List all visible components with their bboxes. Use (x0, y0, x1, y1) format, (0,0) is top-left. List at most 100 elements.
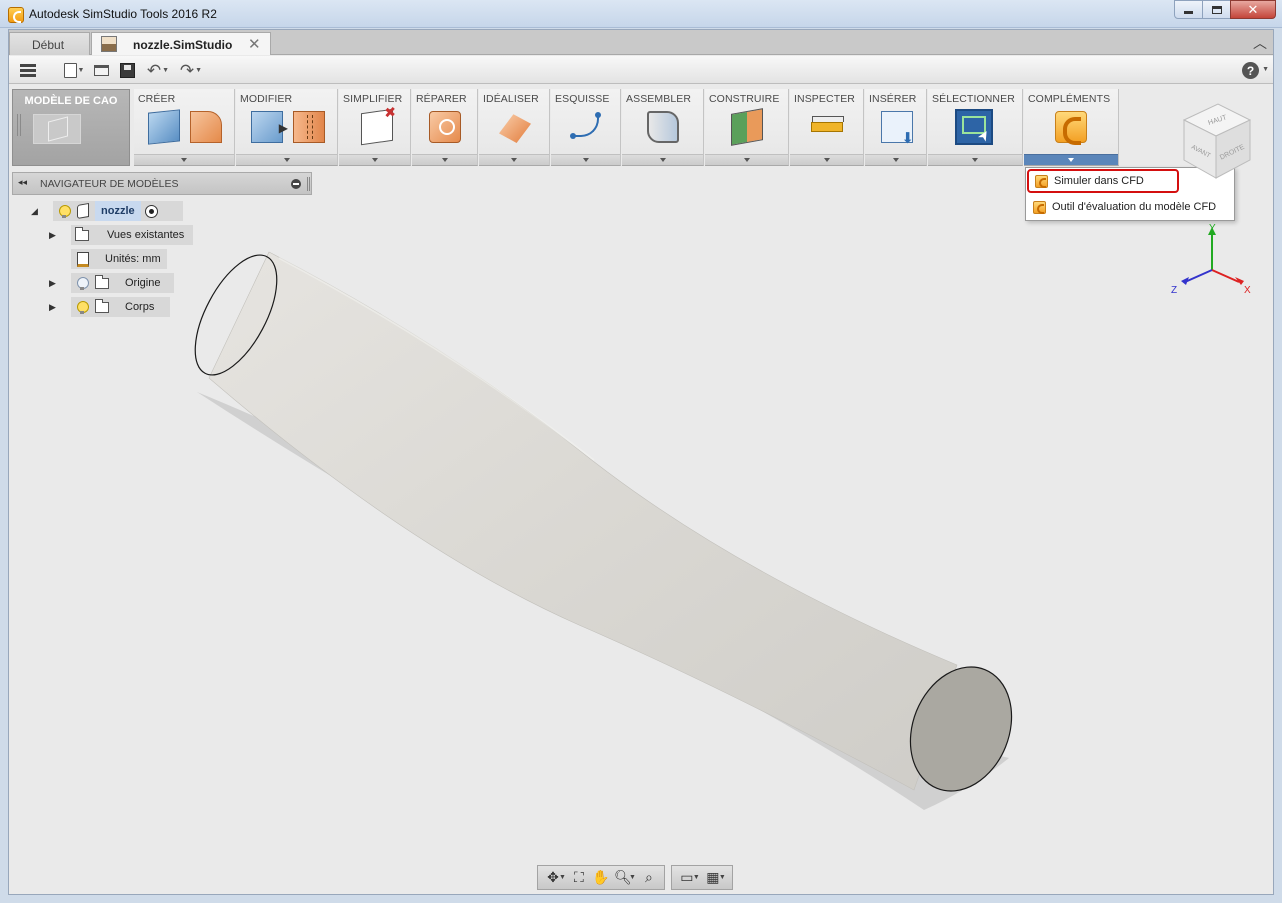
chevron-down-icon[interactable]: ▼ (693, 874, 700, 881)
tree-item-unites[interactable]: Unités: mm (47, 249, 207, 269)
component-icon (77, 202, 89, 220)
ribbon-group-menu-inspecter[interactable] (790, 154, 863, 165)
visibility-bulb-icon[interactable] (59, 204, 71, 218)
select-window-icon[interactable] (955, 109, 993, 145)
ribbon-group-label: RÉPARER (416, 93, 467, 105)
idealize-surface-icon[interactable] (499, 114, 531, 143)
visibility-bulb-icon[interactable] (77, 300, 89, 314)
activate-radio-icon[interactable] (144, 204, 158, 218)
visibility-bulb-icon[interactable] (77, 276, 89, 290)
tree-item-vues-existantes[interactable]: ▶ Vues existantes (47, 225, 207, 245)
window-controls: ✕ (1174, 0, 1276, 19)
ribbon-group-assembler: ASSEMBLER (622, 89, 704, 166)
ribbon-group-menu-construire[interactable] (705, 154, 788, 165)
cfd-icon (1035, 174, 1048, 188)
expand-triangle-icon[interactable]: ▶ (49, 230, 56, 241)
tree-item-origine[interactable]: ▶ Origine (47, 273, 207, 293)
close-icon: ✕ (1247, 2, 1259, 17)
menu-item-outil-evaluation-cfd[interactable]: Outil d'évaluation du modèle CFD (1027, 195, 1233, 219)
z-axis-line (1184, 269, 1213, 283)
tab-close-icon[interactable]: ✕ (248, 35, 261, 53)
drag-handle[interactable] (307, 177, 310, 191)
expand-triangle-icon[interactable]: ▶ (49, 302, 56, 313)
chevron-down-icon[interactable]: ▼ (719, 874, 726, 881)
ribbon-group-menu-complements[interactable] (1024, 154, 1118, 165)
chevron-down-icon[interactable]: ▼ (559, 874, 566, 881)
drag-handle[interactable] (17, 114, 21, 136)
axis-triad: Y Z X (1171, 223, 1251, 296)
split-body-icon[interactable] (293, 111, 325, 143)
tree-label: Corps (125, 301, 155, 313)
ribbon-group-menu-assembler[interactable] (622, 154, 703, 165)
ribbon-group-menu-simplifier[interactable] (339, 154, 410, 165)
document-icon (101, 36, 117, 52)
workspace-switcher[interactable]: MODÈLE DE CAO (12, 89, 130, 166)
cad-model-icon (33, 114, 81, 144)
tree-root-label-wrap: nozzle (95, 201, 141, 221)
ribbon-group-menu-selectionner[interactable] (928, 154, 1022, 165)
ribbon-group-complements: COMPLÉMENTS (1024, 89, 1119, 166)
tree-node[interactable]: Origine (71, 273, 174, 293)
chevron-up-icon[interactable]: ︿ (1253, 33, 1267, 53)
undo-button[interactable]: ↶ ▼ (143, 60, 173, 80)
menu-item-simuler-cfd[interactable]: Simuler dans CFD (1027, 169, 1179, 193)
save-button[interactable] (117, 60, 137, 80)
ribbon-group-reparer: RÉPARER (412, 89, 478, 166)
ribbon-group-label: CONSTRUIRE (709, 93, 780, 105)
minimize-button[interactable] (1174, 0, 1203, 19)
viewcube[interactable]: HAUT AVANT DROITE (1172, 98, 1262, 188)
nozzle-body[interactable] (208, 251, 958, 791)
ribbon-group-menu-esquisse[interactable] (551, 154, 620, 165)
repair-icon[interactable] (429, 111, 461, 143)
collapse-triangle-icon[interactable]: ◢ (31, 206, 38, 217)
close-window-button[interactable]: ✕ (1230, 0, 1276, 19)
ribbon-group-label: COMPLÉMENTS (1028, 93, 1111, 105)
help-icon[interactable]: ? (1242, 62, 1259, 79)
ribbon-group-menu-reparer[interactable] (412, 154, 477, 165)
expand-triangle-icon[interactable]: ▶ (49, 278, 56, 289)
cfd-addin-icon[interactable] (1055, 111, 1087, 145)
tab-nozzle[interactable]: nozzle.SimStudio ✕ (91, 32, 271, 55)
open-button[interactable] (91, 60, 111, 80)
zoom-window-icon[interactable]: ⌕ (638, 868, 660, 887)
chevron-down-icon[interactable]: ▼ (1262, 66, 1269, 73)
collapse-browser-icon[interactable]: ◂◂ (18, 177, 27, 188)
look-at-icon[interactable]: ⛶ (568, 868, 590, 887)
tree-node[interactable]: Corps (71, 297, 170, 317)
construct-plane-icon[interactable] (731, 108, 763, 146)
minimize-panel-icon[interactable] (291, 179, 301, 189)
ribbon-group-label: INSPECTER (794, 93, 855, 105)
save-icon (119, 62, 135, 78)
box-icon[interactable] (148, 109, 180, 145)
tree-node[interactable]: Unités: mm (71, 249, 167, 269)
sketch-curve-icon[interactable] (570, 112, 601, 139)
remove-features-icon[interactable] (361, 108, 393, 146)
tree-node-root[interactable]: nozzle (53, 201, 183, 221)
ribbon-group-menu-creer[interactable] (134, 154, 234, 165)
tree-root-nozzle[interactable]: ◢ nozzle (29, 201, 189, 221)
joint-icon[interactable] (647, 111, 679, 143)
tab-debut[interactable]: Début (9, 32, 90, 55)
menu-icon[interactable] (19, 60, 37, 80)
measure-icon[interactable] (811, 116, 844, 132)
chevron-down-icon[interactable]: ▼ (629, 874, 636, 881)
maximize-button[interactable] (1202, 0, 1231, 19)
window-title: Autodesk SimStudio Tools 2016 R2 (29, 7, 217, 21)
ribbon-group-menu-idealiser[interactable] (479, 154, 549, 165)
redo-button[interactable]: ↷ ▼ (176, 60, 206, 80)
push-pull-icon[interactable] (251, 111, 288, 143)
tree-node[interactable]: Vues existantes (71, 225, 193, 245)
tree-item-corps[interactable]: ▶ Corps (47, 297, 207, 317)
pan-icon[interactable]: ✋ (590, 868, 612, 887)
new-file-icon (63, 62, 77, 78)
simstudio-app-icon[interactable] (8, 7, 24, 23)
open-folder-icon (93, 64, 109, 76)
tree-label: Origine (125, 277, 161, 289)
bend-icon[interactable] (190, 111, 222, 143)
ribbon-group-menu-inserer[interactable] (865, 154, 926, 165)
new-file-button[interactable]: ▼ (61, 60, 87, 80)
ribbon-group-menu-modifier[interactable] (236, 154, 337, 165)
app-client-area: Début nozzle.SimStudio ✕ ︿ ▼ ↶ ▼ ↷ ▼ ? ▼ M… (8, 29, 1274, 895)
z-axis-label: Z (1171, 285, 1177, 296)
insert-icon[interactable] (881, 111, 914, 147)
